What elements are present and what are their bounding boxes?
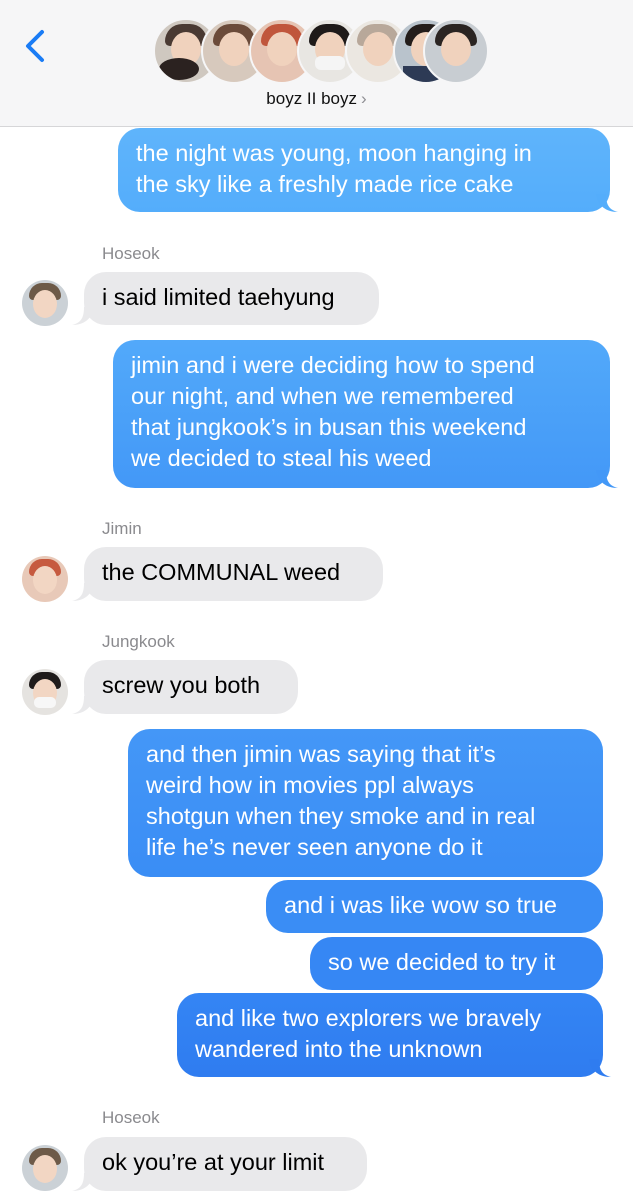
bubble-tail bbox=[72, 696, 94, 714]
group-avatars[interactable] bbox=[153, 18, 493, 84]
message-line: shotgun when they smoke and in real bbox=[146, 803, 536, 829]
sender-name: Hoseok bbox=[102, 244, 160, 263]
avatar[interactable] bbox=[22, 1145, 68, 1191]
conversation-header: boyz II boyz › bbox=[0, 0, 633, 127]
message-line: so we decided to try it bbox=[328, 949, 556, 975]
message-line: that jungkook’s in busan this weekend bbox=[131, 414, 527, 440]
group-title[interactable]: boyz II boyz › bbox=[0, 89, 633, 109]
message-bubble-incoming[interactable]: the COMMUNAL weed bbox=[84, 547, 383, 601]
message-line: we decided to steal his weed bbox=[131, 445, 432, 471]
message-line: the night was young, moon hanging in bbox=[136, 140, 532, 166]
message-line: wandered into the unknown bbox=[195, 1036, 483, 1062]
avatar[interactable] bbox=[22, 280, 68, 326]
message-line: weird how in movies ppl always bbox=[146, 772, 474, 798]
message-bubble-incoming[interactable]: screw you both bbox=[84, 660, 298, 714]
avatar[interactable] bbox=[22, 669, 68, 715]
sender-name: Jimin bbox=[102, 519, 142, 538]
message-line: screw you both bbox=[102, 672, 261, 698]
message-bubble-incoming[interactable]: ok you’re at your limit bbox=[84, 1137, 367, 1191]
message-line: jimin and i were deciding how to spend bbox=[131, 352, 535, 378]
avatar[interactable] bbox=[22, 556, 68, 602]
message-line: our night, and when we remembered bbox=[131, 383, 514, 409]
bubble-tail bbox=[596, 194, 618, 212]
bubble-tail bbox=[72, 307, 94, 325]
message-line: i said limited taehyung bbox=[102, 284, 335, 310]
message-line: ok you’re at your limit bbox=[102, 1149, 325, 1175]
message-line: the sky like a freshly made rice cake bbox=[136, 171, 514, 197]
sender-name: Hoseok bbox=[102, 1108, 160, 1127]
group-name: boyz II boyz bbox=[266, 89, 358, 108]
bubble-tail bbox=[72, 583, 94, 601]
member-avatar bbox=[423, 18, 489, 84]
message-bubble-outgoing[interactable]: and i was like wow so true bbox=[266, 880, 603, 933]
message-line: and then jimin was saying that it’s bbox=[146, 741, 496, 767]
message-bubble-outgoing[interactable]: the night was young, moon hanging in the… bbox=[118, 128, 610, 212]
message-line: the COMMUNAL weed bbox=[102, 559, 341, 585]
message-bubble-outgoing[interactable]: and then jimin was saying that it’s weir… bbox=[128, 729, 603, 877]
chevron-right-icon: › bbox=[361, 89, 367, 108]
bubble-tail bbox=[596, 470, 618, 488]
message-line: and like two explorers we bravely bbox=[195, 1005, 542, 1031]
message-line: life he’s never seen anyone do it bbox=[146, 834, 483, 860]
bubble-tail bbox=[72, 1173, 94, 1191]
message-line: and i was like wow so true bbox=[284, 892, 557, 918]
sender-name: Jungkook bbox=[102, 632, 175, 651]
message-bubble-outgoing[interactable]: so we decided to try it bbox=[310, 937, 603, 990]
message-bubble-outgoing[interactable]: jimin and i were deciding how to spend o… bbox=[113, 340, 610, 488]
message-bubble-incoming[interactable]: i said limited taehyung bbox=[84, 272, 379, 325]
message-bubble-outgoing[interactable]: and like two explorers we bravely wander… bbox=[177, 993, 603, 1077]
chevron-left-icon[interactable] bbox=[18, 26, 52, 66]
bubble-tail bbox=[589, 1059, 611, 1077]
